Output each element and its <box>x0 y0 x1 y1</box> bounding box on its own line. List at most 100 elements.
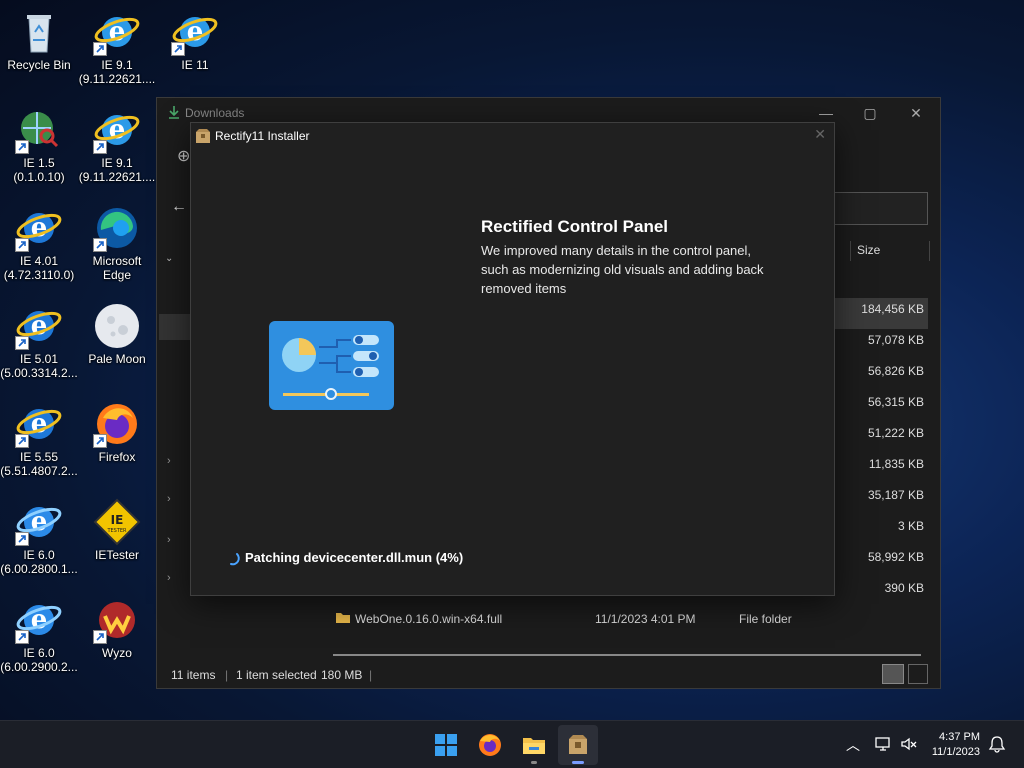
start-button[interactable] <box>426 725 466 765</box>
network-icon[interactable] <box>874 735 892 768</box>
desktop-icon-label: Firefox <box>98 450 136 464</box>
desktop-icon-label: Recycle Bin <box>7 58 71 72</box>
page-description: We improved many details in the control … <box>481 243 764 296</box>
volume-muted-icon[interactable] <box>900 735 918 768</box>
shortcut-arrow-icon <box>15 434 29 448</box>
file-date: 11/1/2023 4:01 PM <box>595 612 696 626</box>
desktop-icon-firefox[interactable]: Firefox <box>78 400 156 464</box>
clock-date: 11/1/2023 <box>931 746 980 758</box>
desktop-icon-ie-4-01[interactable]: e IE 4.01 (4.72.3110.0) <box>0 204 78 282</box>
desktop-icon-label: IE 11 <box>181 58 209 72</box>
desktop-icon-label: IE 6.0 (6.00.2800.1... <box>0 548 78 576</box>
firefox-icon <box>479 734 501 756</box>
table-row[interactable]: WebOne.0.16.0.win-x64.full 11/1/2023 4:0… <box>333 608 933 630</box>
desktop-icon-label: IE 1.5 (0.1.0.10) <box>13 156 65 184</box>
shortcut-arrow-icon <box>93 434 107 448</box>
taskbar-installer[interactable] <box>558 725 598 765</box>
desktop-icon-pale-moon[interactable]: Pale Moon <box>78 302 156 366</box>
shortcut-arrow-icon <box>15 336 29 350</box>
installer-icon <box>195 128 211 147</box>
desktop-icon-label: IE 9.1 (9.11.22621.... <box>78 156 156 184</box>
chevron-right-icon[interactable]: › <box>167 534 171 546</box>
shortcut-arrow-icon <box>93 630 107 644</box>
desktop-icon-ie-11[interactable]: e IE 11 <box>156 8 234 72</box>
shortcut-arrow-icon <box>171 42 185 56</box>
desktop-icon-wyzo[interactable]: Wyzo <box>78 596 156 660</box>
status-bar: 11 items | 1 item selected 180 MB | <box>157 660 940 688</box>
firefox-icon <box>93 400 141 448</box>
ie-icon: e <box>15 596 63 644</box>
ie-icon: e <box>171 8 219 56</box>
taskbar-file-explorer[interactable] <box>514 725 554 765</box>
recycle-bin-icon <box>15 8 63 56</box>
svg-text:TESTER: TESTER <box>106 528 127 534</box>
desktop-icon-label: Pale Moon <box>88 352 146 366</box>
nav-selected-item[interactable] <box>159 314 193 340</box>
tiles-view-button[interactable] <box>908 664 928 684</box>
desktop-icon-label: IE 5.01 (5.00.3314.2... <box>0 352 78 380</box>
desktop-icon-ietester[interactable]: IE TESTER IETester <box>78 498 156 562</box>
shortcut-arrow-icon <box>15 630 29 644</box>
desktop-icon-ie-6-0-a[interactable]: e IE 6.0 (6.00.2800.1... <box>0 498 78 576</box>
shortcut-arrow-icon <box>15 140 29 154</box>
desktop-icon-recycle-bin[interactable]: Recycle Bin <box>0 8 78 72</box>
desktop-icon-label: IE 5.55 (5.51.4807.2... <box>0 450 78 478</box>
desktop-icon-ie-5-01[interactable]: e IE 5.01 (5.00.3314.2... <box>0 302 78 380</box>
desktop-icon-label: IE 9.1 (9.11.22621.... <box>78 58 156 86</box>
ie-globe-icon <box>15 106 63 154</box>
shortcut-arrow-icon <box>15 532 29 546</box>
file-name: WebOne.0.16.0.win-x64.full <box>355 612 503 626</box>
shortcut-arrow-icon <box>93 140 107 154</box>
chevron-right-icon[interactable]: › <box>167 572 171 584</box>
installer-icon <box>569 735 587 754</box>
ietester-icon: IE TESTER <box>93 498 141 546</box>
close-button[interactable]: ✕ <box>896 102 936 126</box>
wyzo-icon <box>93 596 141 644</box>
taskbar-firefox[interactable] <box>470 725 510 765</box>
status-selected: 1 item selected <box>236 668 317 682</box>
ie-icon: e <box>93 106 141 154</box>
active-indicator <box>572 761 584 764</box>
desktop-icon-label: Wyzo <box>102 646 132 660</box>
chevron-right-icon[interactable]: › <box>167 455 171 467</box>
ie-icon: e <box>15 302 63 350</box>
status-item-count: 11 items <box>171 668 216 682</box>
back-arrow-icon[interactable]: ← <box>171 198 187 216</box>
desktop-icon-edge[interactable]: Microsoft Edge <box>78 204 156 282</box>
maximize-button[interactable]: ▢ <box>850 102 890 126</box>
pale-moon-icon <box>93 302 141 350</box>
file-type: File folder <box>739 612 792 626</box>
notification-icon[interactable] <box>988 735 1006 768</box>
clock[interactable]: 4:37 PM 11/1/2023 <box>932 730 980 760</box>
desktop-icon-label: IE 4.01 (4.72.3110.0) <box>3 254 75 282</box>
ie-icon: e <box>93 8 141 56</box>
chevron-down-icon[interactable]: ⌄ <box>165 253 173 264</box>
running-indicator <box>531 761 537 764</box>
installer-dialog[interactable]: Rectify11 Installer ✕ Rectified Control … <box>190 122 835 596</box>
file-explorer-icon <box>523 738 545 754</box>
desktop-icon-ie-6-0-b[interactable]: e IE 6.0 (6.00.2900.2... <box>0 596 78 674</box>
column-header-size[interactable]: Size <box>850 241 930 261</box>
download-icon <box>167 105 181 122</box>
desktop-icon-ie-9-1-a[interactable]: e IE 9.1 (9.11.22621.... <box>78 8 156 86</box>
shortcut-arrow-icon <box>93 238 107 252</box>
shortcut-arrow-icon <box>93 42 107 56</box>
desktop-icon-ie-1-5[interactable]: IE 1.5 (0.1.0.10) <box>0 106 78 184</box>
start-icon <box>435 734 457 756</box>
installer-title: Rectify11 Installer <box>215 129 310 143</box>
close-button[interactable]: ✕ <box>814 126 826 143</box>
chevron-up-icon[interactable]: ︿ <box>846 735 860 768</box>
clock-time: 4:37 PM <box>939 731 980 743</box>
new-icon[interactable]: ⊕ <box>177 146 190 166</box>
desktop-icon-label: IE 6.0 (6.00.2900.2... <box>0 646 78 674</box>
details-view-button[interactable] <box>882 664 904 684</box>
horizontal-scrollbar[interactable] <box>333 654 921 656</box>
desktop-icon-ie-5-55[interactable]: e IE 5.55 (5.51.4807.2... <box>0 400 78 478</box>
desktop-icon-ie-9-1-b[interactable]: e IE 9.1 (9.11.22621.... <box>78 106 156 184</box>
desktop-icon-label: Microsoft Edge <box>92 254 142 282</box>
status-size: 180 MB <box>321 668 363 682</box>
chevron-right-icon[interactable]: › <box>167 493 171 505</box>
folder-icon <box>335 610 351 627</box>
explorer-title: Downloads <box>185 106 245 120</box>
desktop-icon-label: IETester <box>94 548 139 562</box>
